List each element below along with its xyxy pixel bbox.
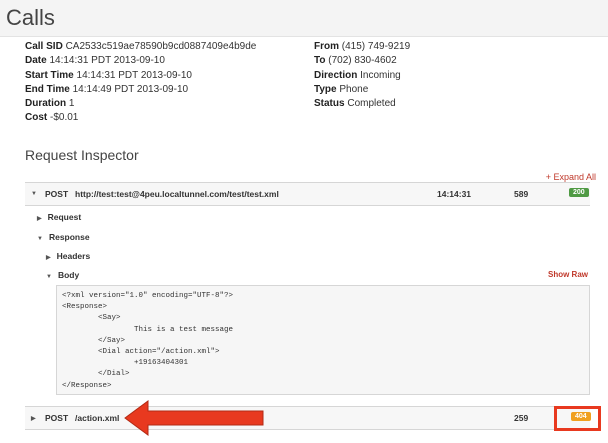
red-arrow-icon — [124, 400, 264, 436]
arrow-shape — [124, 400, 264, 436]
